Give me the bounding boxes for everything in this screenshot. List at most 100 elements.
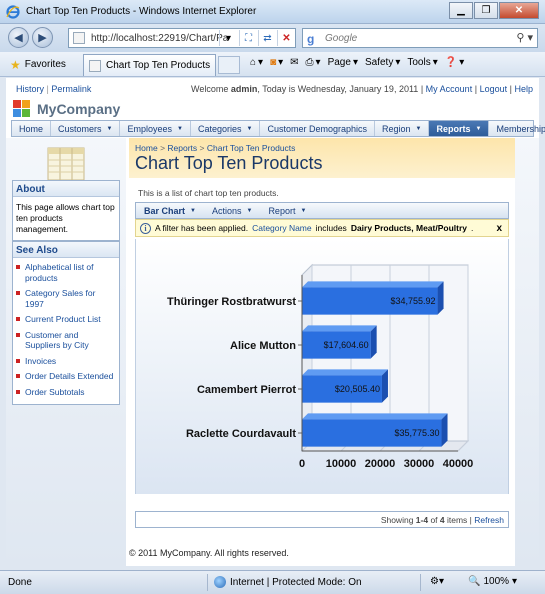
page-title: Chart Top Ten Products [135, 153, 323, 173]
actions-button[interactable]: Actions ▼ [204, 203, 260, 218]
status-divider [207, 574, 208, 591]
breadcrumb-home[interactable]: Home [135, 143, 158, 153]
minimize-button[interactable]: ▁ [449, 2, 473, 19]
logo-icon [13, 100, 31, 117]
pager-range: 1-4 [415, 515, 429, 525]
breadcrumb-separator: > [160, 143, 166, 153]
menu-item-label: Reports [436, 123, 471, 134]
pager-showing: Showing [380, 515, 416, 525]
home-button[interactable]: ⌂ ▾ [250, 57, 263, 68]
pager-info: Showing 1-4 of 4 items | Refresh [381, 515, 504, 525]
new-tab-button[interactable] [218, 56, 240, 74]
help-menu[interactable]: ❓ ▾ [445, 57, 464, 68]
filter-prefix: A filter has been applied. [155, 223, 249, 233]
menu-item-employees[interactable]: Employees ▼ [120, 121, 191, 136]
zone-label: Internet | Protected Mode: On [230, 576, 362, 588]
menu-item-categories[interactable]: Categories ▼ [191, 121, 261, 136]
tools-menu[interactable]: Tools ▾ [407, 57, 437, 68]
separator: | [474, 84, 478, 94]
history-link[interactable]: History [16, 84, 44, 94]
separator: | [420, 84, 424, 94]
close-button[interactable]: ✕ [499, 2, 539, 19]
menu-item-home[interactable]: Home [12, 121, 52, 136]
see-also-link[interactable]: Invoices [16, 356, 116, 367]
report-label: Report [268, 205, 296, 216]
print-button[interactable]: ⎙ ▾ [306, 57, 321, 68]
favorites-bar: ★ Favorites Chart Top Ten Products ⌂ ▾ ◙ ▾… [0, 52, 545, 77]
mail-icon: ✉ [290, 57, 299, 68]
pager-items: items | [444, 515, 475, 525]
see-also-link[interactable]: Order Details Extended [16, 371, 116, 382]
stop-button[interactable]: ✕ [277, 30, 295, 46]
pager-of: of [428, 515, 440, 525]
see-also-link[interactable]: Category Sales for 1997 [16, 288, 116, 309]
google-icon: g [307, 32, 315, 46]
permalink-link[interactable]: Permalink [51, 84, 91, 94]
menu-item-membership[interactable]: Membership [489, 121, 545, 136]
zoom-control[interactable]: 🔍 100% ▾ [468, 576, 517, 587]
footer-copyright: © 2011 MyCompany. All rights reserved. [129, 548, 289, 558]
search-input[interactable]: Google [325, 33, 357, 44]
menu-item-label: Categories [197, 123, 242, 134]
back-button[interactable]: ◀ [8, 27, 29, 48]
right-margin [515, 138, 539, 566]
bar-chart-view-button[interactable]: Bar Chart ▼ [136, 203, 204, 218]
see-also-link[interactable]: Alphabetical list of products [16, 262, 116, 283]
breadcrumb-reports[interactable]: Reports [167, 143, 197, 153]
see-also-link[interactable]: Order Subtotals [16, 387, 116, 398]
feeds-button[interactable]: ◙ ▾ [270, 57, 283, 68]
address-dropdown-button[interactable]: ▾ [219, 30, 237, 46]
page-menu[interactable]: Page ▾ [328, 57, 358, 68]
chevron-down-icon: ▼ [475, 125, 482, 132]
see-also-link[interactable]: Current Product List [16, 314, 116, 325]
menu-item-reports[interactable]: Reports ▼ [429, 121, 490, 136]
tab-title: Chart Top Ten Products [106, 60, 211, 71]
zoom-level: 100% [483, 576, 510, 587]
menu-item-label: Customers [58, 123, 102, 134]
refresh-link[interactable]: Refresh [474, 515, 504, 525]
bullet-icon [16, 265, 20, 269]
security-zone[interactable]: Internet | Protected Mode: On [214, 576, 362, 588]
see-also-link-label: Order Subtotals [25, 386, 85, 397]
menu-item-customers[interactable]: Customers ▼ [51, 121, 121, 136]
favorites-button[interactable]: ★ Favorites [6, 55, 70, 74]
search-icon[interactable]: ⚲ ▾ [516, 31, 533, 44]
x-tick-label: 40000 [443, 458, 474, 470]
mail-button[interactable]: ✉ [290, 57, 298, 68]
close-filter-icon[interactable]: x [496, 223, 502, 234]
address-bar[interactable]: http://localhost:22919/Chart/Pa ▾ ⛶ ⇄ ✕ [68, 28, 296, 48]
see-also-panel: See Also Alphabetical list of products Ca… [12, 241, 120, 405]
browser-tab[interactable]: Chart Top Ten Products [83, 54, 216, 76]
page-favicon-icon [73, 32, 85, 44]
info-icon: i [140, 222, 151, 234]
menu-item-region[interactable]: Region ▼ [375, 121, 430, 136]
compatibility-icon: ⛶ [245, 32, 252, 44]
company-logo[interactable]: MyCompany [13, 100, 120, 117]
see-also-link[interactable]: Customer and Suppliers by City [16, 330, 116, 351]
refresh-button[interactable]: ⇄ [258, 30, 276, 46]
help-link[interactable]: Help [514, 84, 533, 94]
filter-operator: includes [315, 223, 347, 233]
logout-link[interactable]: Logout [480, 84, 508, 94]
my-account-link[interactable]: My Account [426, 84, 473, 94]
maximize-button[interactable]: ❐ [474, 2, 498, 19]
menu-item-label: Employees [127, 123, 173, 134]
rss-icon: ◙ [270, 57, 277, 68]
category-label: Thüringer Rostbratwurst [167, 296, 296, 308]
refresh-icon: ⇄ [263, 32, 272, 44]
settings-icon[interactable]: ⚙▾ [430, 576, 444, 587]
report-button[interactable]: Report ▼ [260, 203, 314, 218]
chevron-down-icon: ▼ [190, 207, 196, 214]
bar-chart: 0 10000 20000 30000 40000 $34,755.92 Thüringer… [167, 263, 474, 470]
page-description: This is a list of chart top ten products… [138, 188, 279, 198]
compatibility-view-button[interactable]: ⛶ [239, 30, 257, 46]
safety-menu[interactable]: Safety ▾ [365, 57, 400, 68]
filter-field[interactable]: Category Name [252, 223, 312, 233]
search-box[interactable]: g Google ⚲ ▾ [302, 28, 538, 48]
company-name: MyCompany [37, 100, 121, 117]
about-title: About [13, 181, 119, 197]
close-icon: ✕ [514, 5, 524, 16]
about-text: This page allows chart top ten products … [16, 202, 115, 234]
forward-button[interactable]: ▶ [32, 27, 53, 48]
menu-item-customer-demographics[interactable]: Customer Demographics [260, 121, 375, 136]
